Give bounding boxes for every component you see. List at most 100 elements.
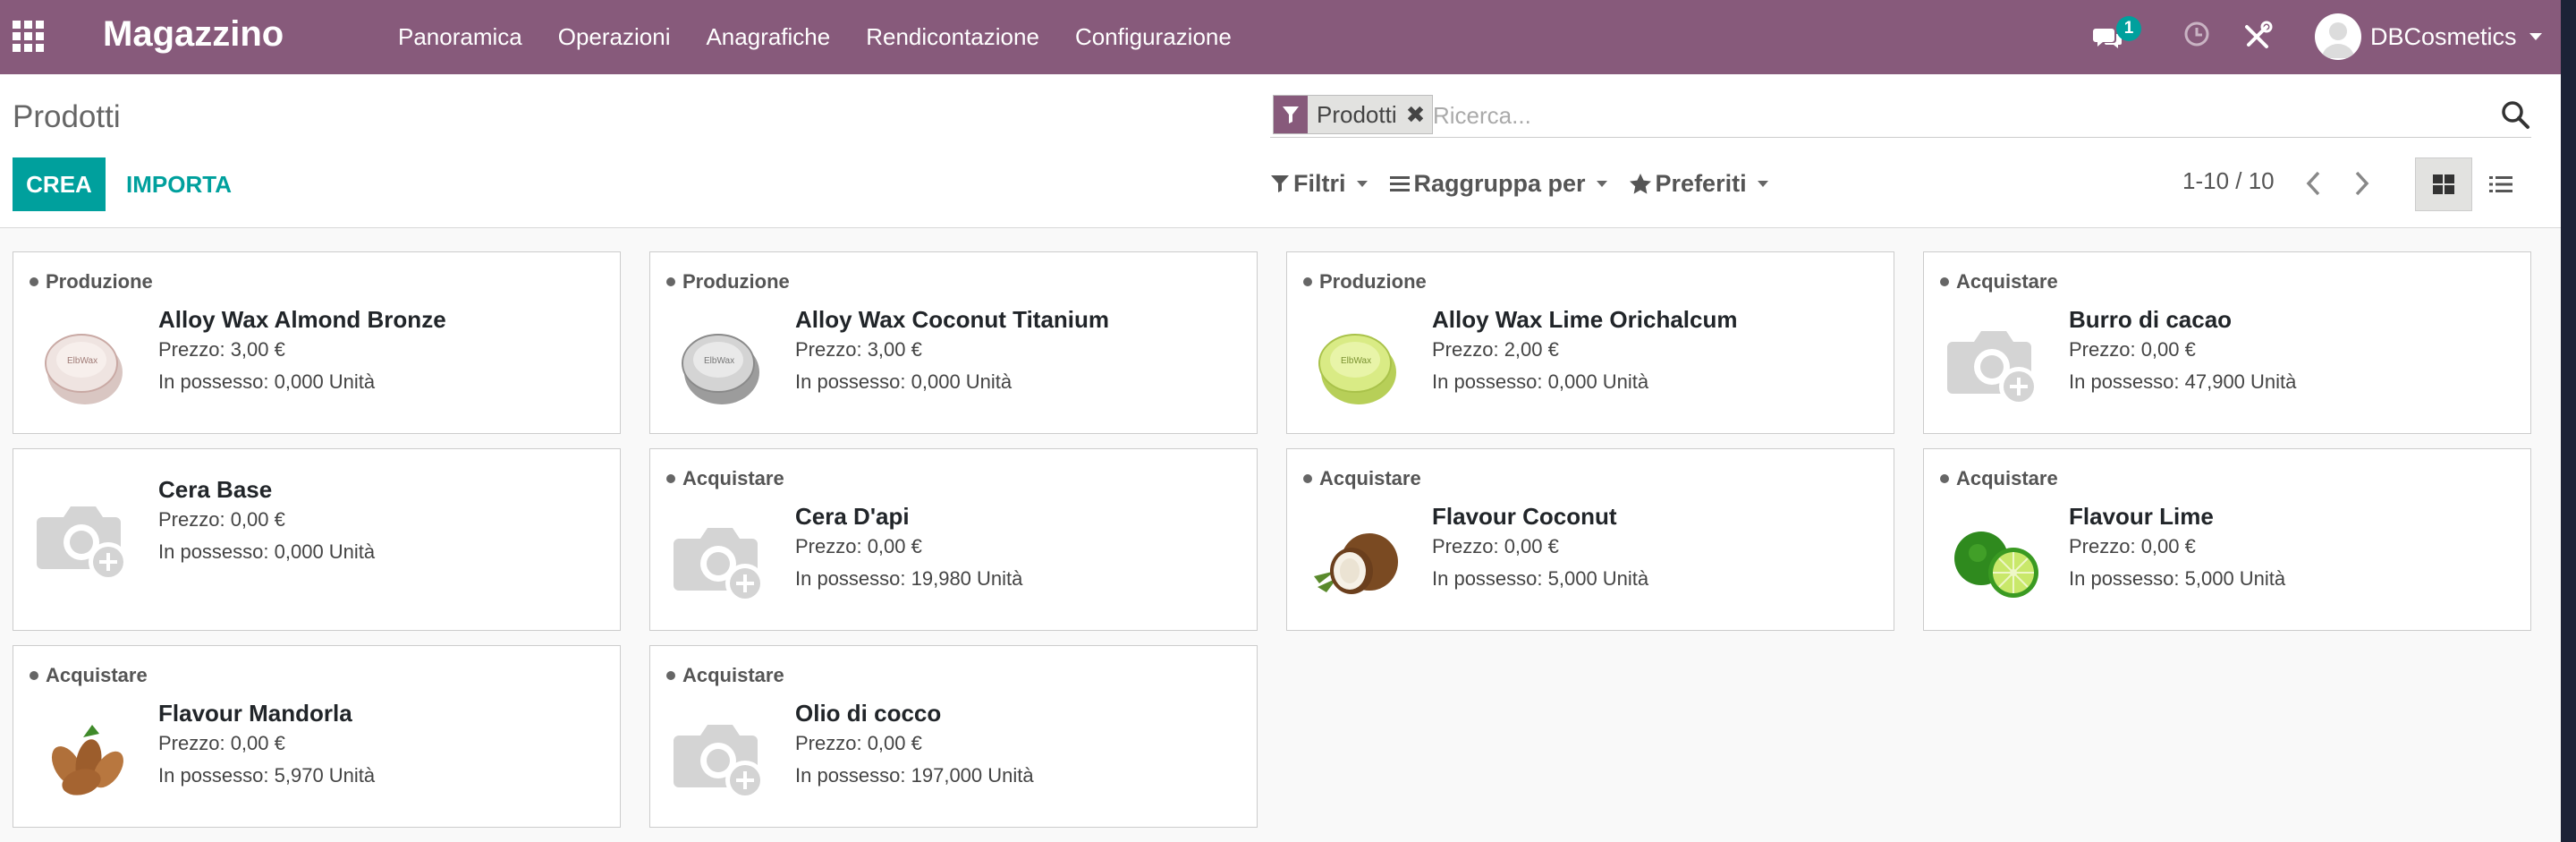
almonds-image xyxy=(51,725,123,795)
lime-image xyxy=(1954,532,2038,598)
user-silhouette-icon xyxy=(2322,22,2354,58)
product-route-tag: Acquistare xyxy=(1303,467,1421,490)
product-name: Burro di cacao xyxy=(2069,306,2233,333)
create-button[interactable]: CREA xyxy=(13,157,106,211)
product-name: Olio di cocco xyxy=(795,700,942,727)
svg-text:ElbWax: ElbWax xyxy=(704,356,734,366)
product-stock: In possesso: 0,000 Unità xyxy=(158,540,376,563)
product-card[interactable]: Acquistare Flavour Coconut Prezzo: 0,00 … xyxy=(1286,448,1894,631)
product-stock: In possesso: 5,000 Unità xyxy=(2069,567,2286,590)
kanban-view-button[interactable] xyxy=(2415,157,2472,211)
product-route-tag: Acquistare xyxy=(666,467,784,490)
product-price: Prezzo: 0,00 € xyxy=(1432,535,1559,557)
favorites-label: Preferiti xyxy=(1655,169,1747,197)
favorites-dropdown[interactable]: Preferiti xyxy=(1629,170,1768,198)
search-bar: Prodotti ✖ xyxy=(1270,92,2531,138)
page-title: Prodotti xyxy=(13,99,121,134)
chevron-down-icon xyxy=(2529,33,2542,40)
import-button[interactable]: IMPORTA xyxy=(114,157,243,211)
product-price: Prezzo: 0,00 € xyxy=(2069,338,2196,361)
search-icon[interactable] xyxy=(2500,99,2530,130)
product-route-tag: Produzione xyxy=(1303,270,1427,293)
search-facet-value: Prodotti xyxy=(1317,101,1397,128)
wax-tin-lime-image: ElbWax xyxy=(1318,334,1396,404)
product-name: Flavour Coconut xyxy=(1432,503,1617,530)
product-name: Alloy Wax Almond Bronze xyxy=(158,306,446,333)
chevron-left-icon[interactable] xyxy=(2301,167,2327,200)
chevron-down-icon xyxy=(1356,180,1368,187)
product-card[interactable]: Acquistare Flavour Lime Prezzo: 0,00 € I… xyxy=(1923,448,2531,631)
product-stock: In possesso: 0,000 Unità xyxy=(795,370,1013,393)
product-route-tag: Acquistare xyxy=(30,664,148,687)
product-name: Alloy Wax Lime Orichalcum xyxy=(1432,306,1738,333)
menu-item-operazioni[interactable]: Operazioni xyxy=(540,0,689,74)
product-name: Flavour Lime xyxy=(2069,503,2214,530)
filter-icon xyxy=(1271,175,1289,192)
search-options: Filtri Raggruppa per Preferiti xyxy=(1270,164,1790,203)
product-name: Flavour Mandorla xyxy=(158,700,352,727)
product-stock: In possesso: 0,000 Unità xyxy=(158,370,376,393)
product-card[interactable]: Acquistare Cera D'api Prezzo: 0,00 € In … xyxy=(649,448,1258,631)
menu-item-rendicontazione[interactable]: Rendicontazione xyxy=(848,0,1057,74)
search-input[interactable] xyxy=(1431,98,2472,133)
product-stock: In possesso: 5,000 Unità xyxy=(1432,567,1649,590)
list-view-button[interactable] xyxy=(2472,157,2529,211)
groupby-label: Raggruppa per xyxy=(1413,169,1586,197)
kanban-grid-icon xyxy=(2433,174,2454,194)
product-stock: In possesso: 19,980 Unità xyxy=(795,567,1023,590)
app-window: Magazzino Panoramica Operazioni Anagrafi… xyxy=(0,0,2561,842)
debug-tools-icon[interactable] xyxy=(2241,20,2274,52)
product-name: Cera Base xyxy=(158,476,273,503)
camera-placeholder-icon xyxy=(674,725,765,800)
chevron-right-icon[interactable] xyxy=(2348,167,2375,200)
product-route-tag: Acquistare xyxy=(1940,270,2058,293)
product-price: Prezzo: 3,00 € xyxy=(158,338,285,361)
product-price: Prezzo: 0,00 € xyxy=(2069,535,2196,557)
list-bars-icon xyxy=(1389,176,1410,191)
product-name: Cera D'api xyxy=(795,503,910,530)
product-route-tag: Produzione xyxy=(30,270,153,293)
app-name[interactable]: Magazzino xyxy=(103,12,284,56)
user-menu[interactable]: DBCosmetics xyxy=(2315,11,2542,63)
close-icon[interactable]: ✖ xyxy=(1404,96,1433,133)
svg-text:ElbWax: ElbWax xyxy=(1341,356,1371,366)
wax-tin-bronze-image: ElbWax xyxy=(45,334,123,404)
groupby-dropdown[interactable]: Raggruppa per xyxy=(1389,170,1607,198)
filters-dropdown[interactable]: Filtri xyxy=(1270,170,1368,198)
product-card[interactable]: Acquistare Flavour Mandorla Prezzo: 0,00… xyxy=(13,645,621,828)
activity-clock-icon[interactable] xyxy=(2182,20,2211,48)
product-price: Prezzo: 0,00 € xyxy=(158,732,285,754)
product-card[interactable]: Acquistare Olio di cocco Prezzo: 0,00 € … xyxy=(649,645,1258,828)
product-price: Prezzo: 2,00 € xyxy=(1432,338,1559,361)
chevron-down-icon xyxy=(1596,180,1607,187)
product-stock: In possesso: 0,000 Unità xyxy=(1432,370,1649,393)
kanban-view: Produzione ElbWax Alloy Wax Almond Bronz… xyxy=(13,251,2535,842)
product-stock: In possesso: 47,900 Unità xyxy=(2069,370,2297,393)
svg-text:ElbWax: ElbWax xyxy=(67,356,97,366)
messages-button[interactable]: 1 xyxy=(2093,16,2147,55)
product-price: Prezzo: 3,00 € xyxy=(795,338,922,361)
product-price: Prezzo: 0,00 € xyxy=(795,535,922,557)
product-card[interactable]: Produzione ElbWax Alloy Wax Lime Orichal… xyxy=(1286,251,1894,434)
product-card[interactable]: Cera Base Prezzo: 0,00 € In possesso: 0,… xyxy=(13,448,621,631)
camera-placeholder-icon xyxy=(674,528,765,603)
filters-label: Filtri xyxy=(1293,169,1346,197)
coconut-image xyxy=(1314,533,1398,594)
product-stock: In possesso: 5,970 Unità xyxy=(158,764,376,787)
product-card[interactable]: Produzione ElbWax Alloy Wax Almond Bronz… xyxy=(13,251,621,434)
product-route-tag: Acquistare xyxy=(1940,467,2058,490)
pager-value[interactable]: 1-10 / 10 xyxy=(2182,167,2275,195)
filter-icon xyxy=(1274,96,1308,133)
menu-item-configurazione[interactable]: Configurazione xyxy=(1057,0,1250,74)
messages-badge: 1 xyxy=(2116,16,2141,41)
product-card[interactable]: Acquistare Burro di cacao Prezzo: 0,00 €… xyxy=(1923,251,2531,434)
product-route-tag: Acquistare xyxy=(666,664,784,687)
apps-grid-icon[interactable] xyxy=(12,20,46,54)
menu-item-anagrafiche[interactable]: Anagrafiche xyxy=(688,0,848,74)
list-icon xyxy=(2489,176,2512,192)
product-card[interactable]: Produzione ElbWax Alloy Wax Coconut Tita… xyxy=(649,251,1258,434)
search-facet: Prodotti ✖ xyxy=(1273,95,1434,134)
user-name: DBCosmetics xyxy=(2370,22,2517,50)
avatar xyxy=(2315,13,2361,60)
menu-item-panoramica[interactable]: Panoramica xyxy=(380,0,540,74)
